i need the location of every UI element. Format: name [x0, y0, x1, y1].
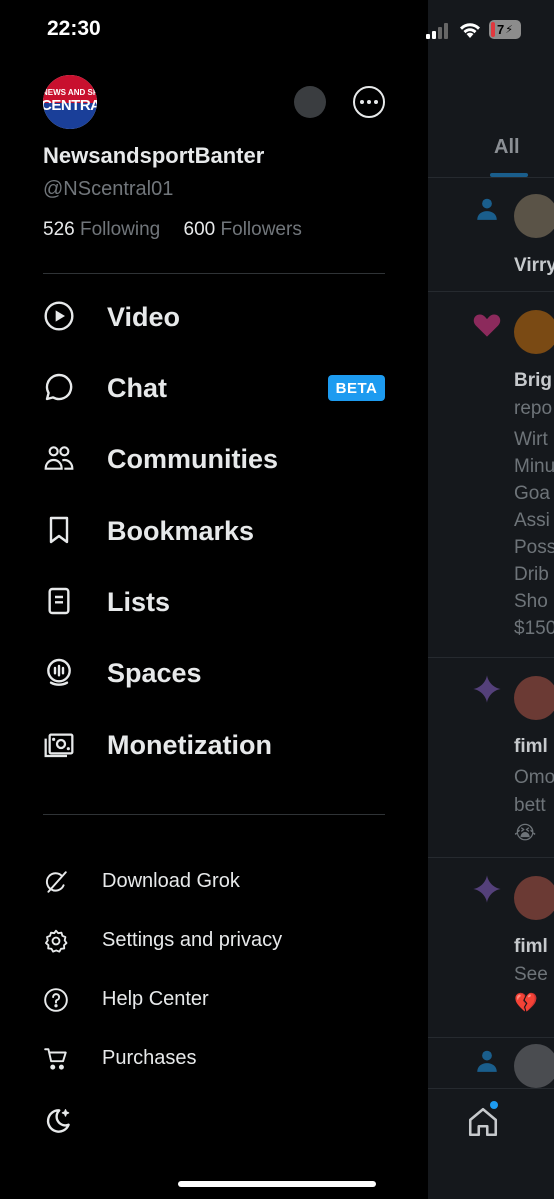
avatar — [514, 1044, 554, 1088]
menu-item-chat[interactable]: Chat BETA — [43, 362, 385, 412]
post-line: Minu — [514, 456, 554, 477]
menu-label: Bookmarks — [107, 516, 255, 546]
divider — [43, 273, 385, 274]
menu-label: Settings and privacy — [102, 929, 283, 951]
feed-post[interactable]: fiml Omo bett 😭 — [428, 658, 554, 858]
post-line: bett — [514, 795, 546, 816]
feed-post[interactable]: fiml See 💔 — [428, 858, 554, 1038]
menu-label: Video — [107, 302, 181, 332]
follow-stats: 526 Following 600 Followers — [43, 219, 320, 241]
post-line: Wirt — [514, 429, 548, 450]
menu-item-settings[interactable]: Settings and privacy — [43, 920, 385, 960]
menu-label: Monetization — [107, 730, 272, 760]
menu-item-video[interactable]: Video — [43, 291, 385, 341]
gear-icon — [43, 928, 69, 954]
cart-icon — [43, 1046, 69, 1072]
feed-tabs: All — [428, 120, 554, 178]
menu-item-lists[interactable]: Lists — [43, 576, 385, 626]
feed-post[interactable]: Virry — [428, 178, 554, 292]
people-icon — [43, 442, 75, 474]
avatar — [514, 310, 554, 354]
following-label: Following — [79, 219, 161, 240]
menu-label: Download Grok — [102, 870, 240, 892]
following-link[interactable]: 526 Following — [43, 219, 184, 240]
avatar — [514, 676, 554, 720]
tab-active-indicator — [490, 173, 528, 177]
followers-count: 600 — [183, 219, 216, 240]
help-icon — [43, 987, 69, 1013]
post-line: repo — [514, 398, 553, 419]
tab-all[interactable]: All — [494, 136, 520, 159]
account-switcher-avatar[interactable] — [294, 86, 326, 118]
avatar-text-top: NEWS AND SPORT — [43, 88, 97, 97]
divider — [43, 814, 385, 815]
menu-label: Communities — [107, 444, 279, 474]
spaces-icon — [43, 656, 75, 688]
more-options-button[interactable] — [353, 86, 385, 118]
following-count: 526 — [43, 219, 75, 240]
signal-icon — [426, 23, 448, 39]
sparkle-icon — [472, 674, 502, 704]
post-line: Drib — [514, 564, 549, 585]
battery-icon: 7 ⚡ — [489, 20, 521, 39]
moon-icon[interactable] — [43, 1106, 73, 1136]
grok-icon — [43, 869, 69, 895]
menu-label: Chat — [107, 373, 167, 403]
heart-icon — [472, 310, 502, 340]
play-circle-icon — [43, 300, 75, 332]
feed-post[interactable]: Brig repo Wirt Minu Goa Assi Poss Drib S… — [428, 292, 554, 658]
post-line: Brig — [514, 370, 552, 391]
notification-dot — [490, 1101, 498, 1109]
bottom-navigation — [428, 1088, 554, 1199]
menu-item-help-center[interactable]: Help Center — [43, 979, 385, 1019]
menu-label: Help Center — [102, 988, 209, 1010]
post-line: See — [514, 964, 548, 985]
followers-label: Followers — [220, 219, 302, 240]
battery-level: 7 — [497, 22, 505, 37]
menu-label: Spaces — [107, 658, 202, 688]
sparkle-icon — [472, 874, 502, 904]
chat-bubble-icon — [43, 371, 75, 403]
side-drawer: 22:30 NEWS AND SPORT CENTRAL Newsandspor… — [0, 0, 428, 1199]
avatar — [514, 194, 554, 238]
post-line: Sho — [514, 591, 548, 612]
menu-item-purchases[interactable]: Purchases — [43, 1038, 385, 1078]
menu-item-communities[interactable]: Communities — [43, 433, 385, 483]
home-icon[interactable] — [466, 1105, 500, 1139]
post-line: Goa — [514, 483, 550, 504]
menu-item-spaces[interactable]: Spaces — [43, 647, 385, 697]
bookmark-icon — [43, 514, 75, 546]
post-line: fiml — [514, 936, 548, 957]
status-time: 22:30 — [47, 17, 101, 40]
menu-item-download-grok[interactable]: Download Grok — [43, 861, 385, 901]
menu-label: Purchases — [102, 1047, 197, 1069]
post-line: Virry — [514, 255, 554, 276]
status-icons: 7 ⚡ — [426, 20, 526, 42]
post-line: $150 — [514, 618, 554, 639]
user-handle: @NScentral01 — [43, 178, 174, 200]
menu-item-monetization[interactable]: Monetization — [43, 719, 385, 769]
wifi-icon — [460, 23, 480, 38]
menu-label: Lists — [107, 587, 171, 617]
post-line: Omo — [514, 767, 554, 788]
post-line: 😭 — [514, 823, 537, 844]
home-indicator[interactable] — [178, 1181, 376, 1187]
display-name[interactable]: NewsandsportBanter — [43, 143, 264, 169]
profile-avatar[interactable]: NEWS AND SPORT CENTRAL — [43, 75, 97, 129]
beta-badge: BETA — [328, 375, 385, 401]
background-feed: All Virry Brig repo Wirt Minu Goa Assi P… — [428, 0, 554, 1199]
person-icon — [472, 1046, 502, 1076]
avatar — [514, 876, 554, 920]
post-line: 💔 — [514, 993, 538, 1014]
followers-link[interactable]: 600 Followers — [184, 219, 320, 240]
menu-item-bookmarks[interactable]: Bookmarks — [43, 505, 385, 555]
money-icon — [43, 728, 75, 760]
post-line: Poss — [514, 537, 554, 558]
post-line: fiml — [514, 736, 548, 757]
person-icon — [472, 194, 502, 224]
avatar-text-main: CENTRAL — [43, 97, 97, 114]
list-icon — [43, 585, 75, 617]
post-line: Assi — [514, 510, 550, 531]
